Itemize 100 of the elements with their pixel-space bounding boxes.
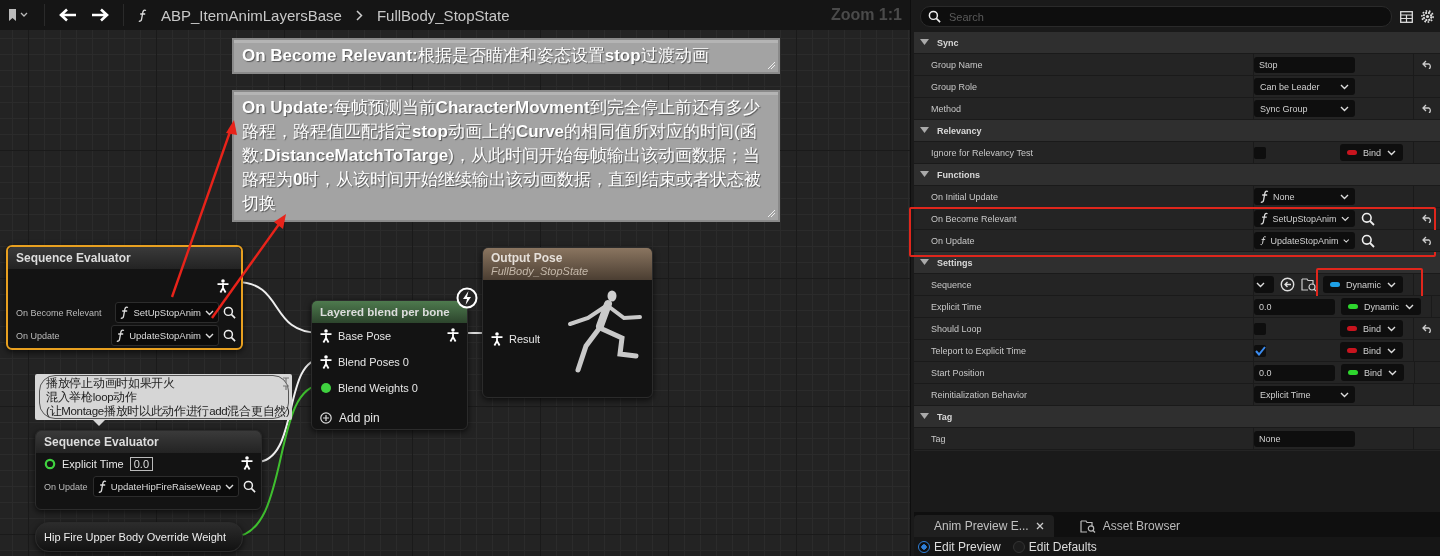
node-title: Hip Fire Upper Body Override Weight — [44, 531, 226, 543]
pin-label: On Update — [16, 330, 61, 341]
resize-grip-icon[interactable] — [767, 209, 776, 218]
binding-dropdown[interactable]: Bind — [1340, 144, 1403, 161]
function-dropdown[interactable]: UpdateStopAnim — [1254, 232, 1355, 249]
search-icon[interactable] — [928, 10, 941, 23]
graph-node[interactable]: Layered blend per bone Base Pose Blend Poses 0 Blend Weights 0 Add pin — [311, 300, 468, 430]
bookmark-icon[interactable] — [8, 8, 30, 22]
caret-icon — [1387, 325, 1396, 332]
person-icon[interactable] — [320, 355, 332, 369]
binding-dropdown[interactable]: Bind — [1340, 320, 1403, 337]
search-icon[interactable] — [1361, 211, 1375, 226]
number-field[interactable]: 0.0 — [1254, 364, 1335, 381]
function-dropdown[interactable]: None — [1254, 188, 1355, 205]
pin-label: On Update — [44, 481, 89, 492]
resize-grip-icon[interactable] — [767, 61, 776, 70]
person-icon[interactable] — [241, 456, 253, 470]
person-icon[interactable] — [217, 279, 229, 293]
caret-icon — [1387, 347, 1396, 354]
radio-button[interactable] — [1012, 540, 1025, 553]
person-icon[interactable] — [320, 329, 332, 343]
panel-tab[interactable]: Anim Preview E... — [914, 515, 1054, 537]
search-icon[interactable] — [223, 306, 236, 319]
table-icon[interactable] — [1400, 10, 1413, 23]
use-selected-icon[interactable] — [1280, 277, 1295, 292]
function-dropdown[interactable]: UpdateStopAnim — [111, 325, 219, 346]
pin-label: Blend Poses 0 — [338, 356, 409, 368]
function-dropdown[interactable]: UpdateHipFireRaiseWeap — [92, 476, 239, 497]
close-icon[interactable] — [1035, 522, 1044, 530]
binding-dropdown[interactable]: Bind — [1340, 342, 1403, 359]
section-header[interactable]: Relevancy — [914, 120, 1440, 142]
graph-node[interactable]: Sequence Evaluator On Become Relevant SetUpStopAnim On Update UpdateStopAnim — [6, 245, 243, 350]
comment-text: On Update:每帧预测当前CharacterMovment到完全停止前还有多少路程，路程值匹配指定stop动画上的Curve的相同值所对应的时间(函数:DistanceMatchToTarge)，从此时间开始每帧输出该动画数据；当路程为0时，从该时间开始继续输出该动画数据，直到结束或者状态被切换 — [242, 97, 763, 215]
binding-dropdown[interactable]: Dynamic — [1341, 298, 1421, 315]
expand-triangle-icon — [920, 39, 929, 46]
pin-label: Result — [509, 333, 541, 345]
back-arrow-icon[interactable] — [59, 8, 77, 22]
asset-dropdown[interactable] — [1254, 276, 1274, 293]
plus-icon — [320, 412, 332, 424]
node-title: Layered blend per bone — [320, 306, 451, 318]
pin-label: On Become Relevant — [16, 307, 103, 318]
expand-triangle-icon — [920, 259, 929, 266]
node-title: Sequence Evaluator — [16, 251, 132, 265]
value-field[interactable]: 0.0 — [129, 457, 154, 471]
function-icon — [1260, 212, 1269, 225]
function-icon — [120, 306, 130, 319]
caret-icon — [205, 309, 214, 316]
radio-option[interactable]: Edit Defaults — [1012, 539, 1097, 554]
caret-icon — [205, 332, 214, 339]
caret-icon — [1388, 369, 1397, 376]
caret-icon — [1387, 281, 1396, 288]
node-title: Sequence Evaluator — [44, 435, 160, 449]
section-header[interactable]: Tag — [914, 406, 1440, 428]
text-field[interactable]: Stop — [1254, 56, 1355, 73]
float-pin-icon[interactable] — [44, 458, 56, 470]
radio-button[interactable] — [918, 540, 930, 553]
search-field[interactable]: Search — [920, 6, 1392, 27]
reset-arrow-icon[interactable] — [1421, 236, 1433, 245]
caret-icon — [1340, 391, 1349, 398]
comment-text: On Become Relevant:根据是否瞄准和姿态设置stop过渡动画 — [242, 45, 710, 67]
float-pin-icon[interactable] — [320, 382, 332, 394]
reset-arrow-icon[interactable] — [1421, 324, 1433, 333]
number-field[interactable]: 0.0 — [1254, 298, 1335, 315]
add-pin-button[interactable]: Add pin — [320, 411, 380, 425]
dropdown[interactable]: Can be Leader — [1254, 78, 1355, 95]
section-header[interactable]: Functions — [914, 164, 1440, 186]
search-icon[interactable] — [1361, 233, 1375, 248]
variable-node[interactable]: Hip Fire Upper Body Override Weight — [35, 522, 243, 552]
search-icon[interactable] — [243, 480, 256, 493]
reset-arrow-icon[interactable] — [1421, 104, 1433, 113]
caret-icon — [1405, 303, 1414, 310]
reset-arrow-icon[interactable] — [1421, 60, 1433, 69]
caret-icon — [1387, 149, 1396, 156]
reset-arrow-icon[interactable] — [1421, 214, 1433, 223]
checkmark-icon — [1254, 345, 1266, 356]
node-subtitle: FullBody_StopState — [491, 265, 589, 277]
breadcrumb-link[interactable]: ABP_ItemAnimLayersBase — [161, 6, 342, 24]
function-dropdown[interactable]: SetUpStopAnim — [1254, 210, 1355, 227]
dropdown[interactable]: Sync Group — [1254, 100, 1355, 117]
person-icon[interactable] — [447, 328, 459, 342]
pin-label: Explicit Time — [62, 458, 124, 470]
function-dropdown[interactable]: SetUpStopAnim — [115, 302, 219, 323]
section-header[interactable]: Sync — [914, 32, 1440, 54]
binding-dropdown[interactable]: Dynamic — [1323, 276, 1403, 293]
breadcrumb-link[interactable]: FullBody_StopState — [376, 6, 510, 24]
function-icon — [1260, 234, 1267, 247]
pin-icon[interactable] — [282, 376, 290, 392]
text-field[interactable]: None — [1254, 430, 1355, 447]
settings-icon[interactable] — [1421, 10, 1434, 23]
graph-node[interactable]: Sequence Evaluator Explicit Time 0.0 On Update UpdateHipFireRaiseWeap — [35, 430, 262, 510]
checkbox[interactable] — [1254, 344, 1266, 357]
search-icon[interactable] — [223, 329, 236, 342]
radio-option[interactable]: Edit Preview — [918, 539, 1001, 554]
panel-tab[interactable]: Asset Browser — [1059, 515, 1191, 537]
browse-icon[interactable] — [1301, 277, 1317, 292]
graph-node[interactable]: Output Pose FullBody_StopState Result — [482, 247, 653, 398]
dropdown[interactable]: Explicit Time — [1254, 386, 1355, 403]
binding-dropdown[interactable]: Bind — [1341, 364, 1404, 381]
person-icon[interactable] — [491, 332, 503, 346]
forward-arrow-icon[interactable] — [91, 8, 109, 22]
